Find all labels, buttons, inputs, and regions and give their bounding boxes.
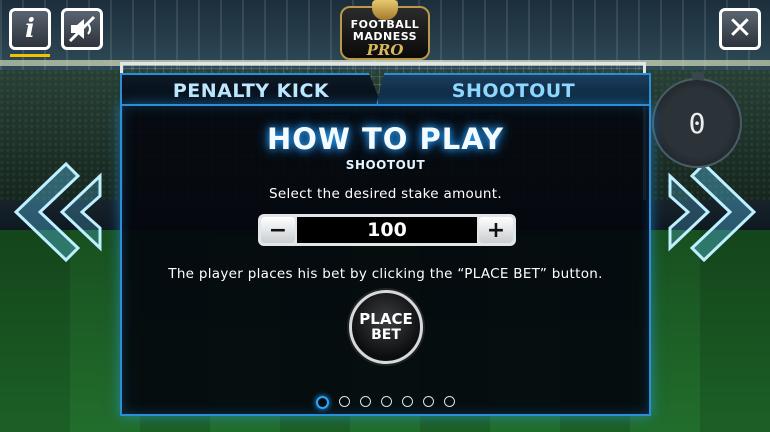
help-title: HOW TO PLAY <box>267 122 504 156</box>
stake-instruction: Select the desired stake amount. <box>269 186 502 202</box>
close-icon: ✕ <box>727 11 753 46</box>
timer-knob <box>692 72 704 80</box>
page-dot-1[interactable] <box>316 396 329 409</box>
help-panel-body: HOW TO PLAY SHOOTOUT Select the desired … <box>120 104 651 416</box>
help-subtitle: SHOOTOUT <box>345 158 426 172</box>
page-dot-2[interactable] <box>339 396 350 407</box>
logo-text-pro: PRO <box>366 41 404 59</box>
stake-increase-button[interactable]: + <box>479 217 513 243</box>
next-page-arrow-icon[interactable] <box>662 158 762 266</box>
page-dot-5[interactable] <box>402 396 413 407</box>
game-logo: FOOTBALL MADNESS PRO <box>332 0 438 66</box>
help-tabs: PENALTY KICK SHOOTOUT <box>120 73 651 106</box>
stake-decrease-button[interactable]: − <box>261 217 295 243</box>
sound-muted-icon <box>68 15 96 43</box>
place-bet-label-line2: BET <box>371 326 401 343</box>
stake-amount: 100 <box>297 217 477 243</box>
place-bet-label-line1: PLACE <box>359 310 413 329</box>
shot-timer: 0 <box>652 72 742 168</box>
place-bet-instruction: The player places his bet by clicking th… <box>168 266 603 282</box>
tab-penalty-kick[interactable]: PENALTY KICK <box>120 73 382 106</box>
page-dot-7[interactable] <box>444 396 455 407</box>
place-bet-button[interactable]: PLACE BET <box>349 290 423 364</box>
page-dot-4[interactable] <box>381 396 392 407</box>
stake-selector: − 100 + <box>258 214 516 246</box>
info-button[interactable]: i <box>9 8 51 57</box>
previous-page-arrow-icon[interactable] <box>8 158 108 266</box>
sound-toggle-button[interactable] <box>61 8 103 50</box>
tab-shootout[interactable]: SHOOTOUT <box>376 73 651 106</box>
page-dot-3[interactable] <box>360 396 371 407</box>
timer-value: 0 <box>688 106 706 140</box>
how-to-play-panel: PENALTY KICK SHOOTOUT HOW TO PLAY SHOOTO… <box>120 73 651 416</box>
page-indicator <box>122 396 649 409</box>
info-icon: i <box>25 14 35 44</box>
close-button[interactable]: ✕ <box>719 8 761 50</box>
page-dot-6[interactable] <box>423 396 434 407</box>
